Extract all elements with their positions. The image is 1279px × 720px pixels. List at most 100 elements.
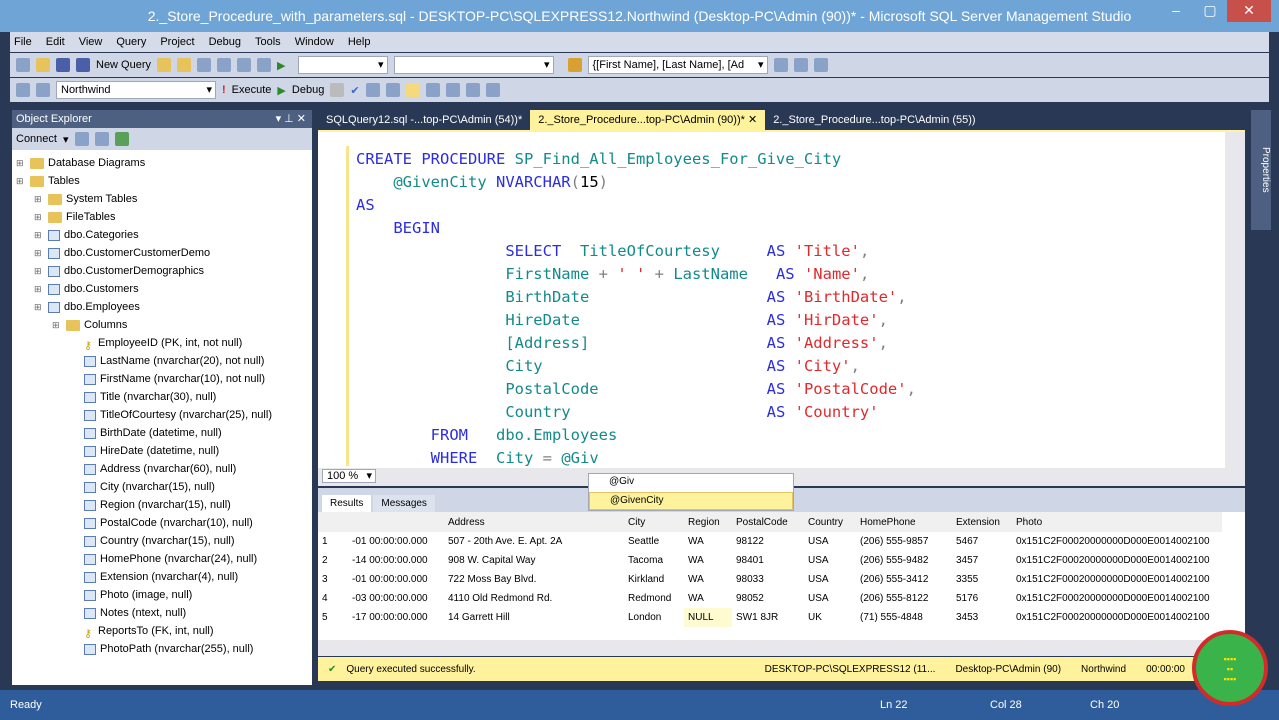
- tree-item[interactable]: ⚷ ReportsTo (FK, int, null): [12, 622, 312, 640]
- grid-cell[interactable]: -03 00:00:00.000: [348, 589, 444, 608]
- grid-cell[interactable]: WA: [684, 589, 732, 608]
- connect-icon[interactable]: [16, 83, 30, 97]
- grid-cell[interactable]: -01 00:00:00.000: [348, 570, 444, 589]
- grid-cell[interactable]: 3453: [952, 608, 1012, 627]
- database-engine-query-icon[interactable]: [157, 58, 172, 72]
- grid-cell[interactable]: (206) 555-9857: [856, 532, 952, 551]
- change-connection-icon[interactable]: [36, 83, 50, 97]
- grid-cell[interactable]: 5467: [952, 532, 1012, 551]
- grid-cell[interactable]: (206) 555-8122: [856, 589, 952, 608]
- grid-cell[interactable]: (71) 555-4848: [856, 608, 952, 627]
- tree-item[interactable]: Extension (nvarchar(4), null): [12, 568, 312, 586]
- grid-cell[interactable]: 5: [318, 608, 348, 627]
- tree-item[interactable]: Address (nvarchar(60), null): [12, 460, 312, 478]
- display-plan-icon[interactable]: [365, 83, 380, 97]
- menu-query[interactable]: Query: [116, 32, 146, 52]
- tree-item[interactable]: PostalCode (nvarchar(10), null): [12, 514, 312, 532]
- tree-item[interactable]: City (nvarchar(15), null): [12, 478, 312, 496]
- toolbox-icon[interactable]: [813, 58, 828, 72]
- object-explorer-icon[interactable]: [773, 58, 788, 72]
- execute-button[interactable]: Execute: [232, 84, 272, 96]
- refresh-icon[interactable]: [114, 132, 129, 146]
- save-all-icon[interactable]: [76, 58, 90, 72]
- grid-cell[interactable]: 14 Garrett Hill: [444, 608, 624, 627]
- expand-icon[interactable]: ⊞: [52, 316, 62, 334]
- menu-window[interactable]: Window: [295, 32, 334, 52]
- results-horizontal-scrollbar[interactable]: [318, 640, 1245, 656]
- grid-cell[interactable]: WA: [684, 532, 732, 551]
- parse-icon[interactable]: ✔: [350, 84, 359, 97]
- table-row[interactable]: 5 -17 00:00:00.000 14 Garrett Hill London NU…: [318, 608, 1222, 627]
- grid-cell[interactable]: 0x151C2F00020000000D000E0014002100: [1012, 608, 1222, 627]
- table-row[interactable]: 2 -14 00:00:00.000 908 W. Capital Way Tacom…: [318, 551, 1222, 570]
- tree-item[interactable]: ⊞ dbo.Employees: [12, 298, 312, 316]
- column-header[interactable]: Address: [444, 512, 624, 532]
- grid-cell[interactable]: Redmond: [624, 589, 684, 608]
- grid-cell[interactable]: 4: [318, 589, 348, 608]
- grid-cell[interactable]: 0x151C2F00020000000D000E0014002100: [1012, 551, 1222, 570]
- grid-cell[interactable]: USA: [804, 551, 856, 570]
- column-header[interactable]: City: [624, 512, 684, 532]
- expand-icon[interactable]: ⊞: [16, 154, 26, 172]
- copy-icon[interactable]: [217, 58, 232, 72]
- column-header[interactable]: Extension: [952, 512, 1012, 532]
- solution-config-combo[interactable]: [297, 56, 388, 74]
- grid-cell[interactable]: 507 - 20th Ave. E. Apt. 2A: [444, 532, 624, 551]
- tab-document[interactable]: 2._Store_Procedure...top-PC\Admin (55)): [765, 110, 983, 130]
- tree-item[interactable]: ⊞ Columns: [12, 316, 312, 334]
- grid-cell[interactable]: Tacoma: [624, 551, 684, 570]
- minimize-button[interactable]: –: [1159, 0, 1193, 22]
- table-row[interactable]: 3 -01 00:00:00.000 722 Moss Bay Blvd. Kirkl…: [318, 570, 1222, 589]
- properties-panel-tab[interactable]: Properties: [1251, 110, 1271, 230]
- grid-cell[interactable]: 2: [318, 551, 348, 570]
- close-button[interactable]: ✕: [1227, 0, 1271, 22]
- query-designer-icon[interactable]: [385, 83, 400, 97]
- intellisense-item[interactable]: @Giv: [589, 474, 793, 492]
- find-combo[interactable]: [393, 56, 554, 74]
- grid-cell[interactable]: SW1 8JR: [732, 608, 804, 627]
- debug-button[interactable]: Debug: [292, 84, 324, 96]
- comment-icon[interactable]: [425, 83, 440, 97]
- table-row[interactable]: 4 -03 00:00:00.000 4110 Old Redmond Rd. Red…: [318, 589, 1222, 608]
- start-icon[interactable]: ▶: [277, 59, 285, 72]
- save-icon[interactable]: [56, 58, 70, 72]
- close-tab-icon[interactable]: ✕: [745, 114, 757, 126]
- tab-document[interactable]: 2._Store_Procedure...top-PC\Admin (90))*…: [530, 110, 766, 130]
- grid-cell[interactable]: 908 W. Capital Way: [444, 551, 624, 570]
- tree-item[interactable]: ⊞ FileTables: [12, 208, 312, 226]
- grid-cell[interactable]: 98052: [732, 589, 804, 608]
- editor-vertical-scrollbar[interactable]: [1225, 132, 1245, 470]
- grid-cell[interactable]: 3457: [952, 551, 1012, 570]
- grid-cell[interactable]: 0x151C2F00020000000D000E0014002100: [1012, 570, 1222, 589]
- tree-item[interactable]: ⊞ dbo.Customers: [12, 280, 312, 298]
- template-parameter-combo[interactable]: {[First Name], [Last Name], [Ad: [587, 56, 768, 74]
- grid-cell[interactable]: 3355: [952, 570, 1012, 589]
- expand-icon[interactable]: ⊞: [34, 190, 44, 208]
- query-editor[interactable]: CREATE PROCEDURE SP_Find_All_Employees_F…: [318, 130, 1245, 470]
- grid-cell[interactable]: 3: [318, 570, 348, 589]
- grid-cell[interactable]: USA: [804, 532, 856, 551]
- template-icon[interactable]: [567, 58, 582, 72]
- open-file-icon[interactable]: [36, 58, 50, 72]
- results-to-grid-icon[interactable]: [405, 83, 420, 97]
- grid-cell[interactable]: WA: [684, 551, 732, 570]
- sql-code[interactable]: CREATE PROCEDURE SP_Find_All_Employees_F…: [356, 148, 916, 470]
- tree-item[interactable]: FirstName (nvarchar(10), not null): [12, 370, 312, 388]
- redo-icon[interactable]: [257, 58, 272, 72]
- menu-debug[interactable]: Debug: [209, 32, 241, 52]
- tree-item[interactable]: HireDate (datetime, null): [12, 442, 312, 460]
- tree-item[interactable]: Photo (image, null): [12, 586, 312, 604]
- expand-icon[interactable]: ⊞: [34, 244, 44, 262]
- expand-icon[interactable]: ⊞: [34, 262, 44, 280]
- cancel-query-icon[interactable]: [330, 83, 345, 97]
- menu-help[interactable]: Help: [348, 32, 371, 52]
- intellisense-item-selected[interactable]: @GivenCity: [589, 492, 793, 510]
- grid-cell[interactable]: UK: [804, 608, 856, 627]
- column-header[interactable]: HomePhone: [856, 512, 952, 532]
- uncomment-icon[interactable]: [445, 83, 460, 97]
- grid-cell[interactable]: NULL: [684, 608, 732, 627]
- column-header[interactable]: Country: [804, 512, 856, 532]
- grid-cell[interactable]: -14 00:00:00.000: [348, 551, 444, 570]
- grid-cell[interactable]: -17 00:00:00.000: [348, 608, 444, 627]
- tree-item[interactable]: ⊞ dbo.CustomerDemographics: [12, 262, 312, 280]
